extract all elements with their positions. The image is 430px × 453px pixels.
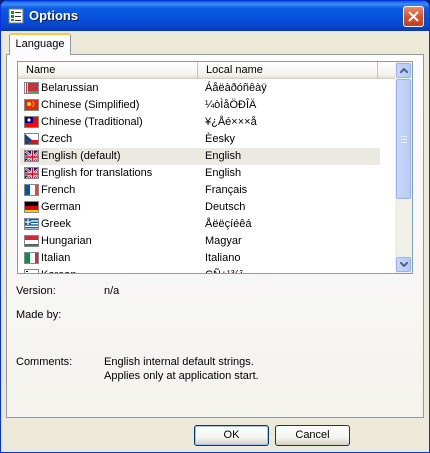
language-local-name: Èesky	[205, 133, 235, 145]
list-item[interactable]: German Deutsch	[20, 199, 380, 216]
language-name: Chinese (Traditional)	[41, 116, 143, 128]
list-item[interactable]: Hungarian Magyar	[20, 233, 380, 250]
belarus-flag-icon	[24, 82, 39, 94]
germany-flag-icon	[24, 201, 39, 213]
language-name: French	[41, 184, 76, 196]
uk-flag-icon	[24, 167, 39, 179]
language-name: Hungarian	[41, 235, 92, 247]
chevron-down-icon	[400, 262, 408, 267]
language-local-name: Áåëàðóñêàÿ	[205, 82, 267, 94]
language-local-name: Italiano	[205, 252, 241, 264]
title-bar[interactable]: Options	[1, 1, 429, 31]
window-title: Options	[29, 8, 79, 23]
language-name: English for translations	[41, 167, 153, 179]
language-name: Korean	[41, 267, 76, 273]
list-item[interactable]: Greek Åëëçíéêá	[20, 216, 380, 233]
cancel-button[interactable]: Cancel	[275, 425, 350, 446]
language-local-name: English	[205, 167, 242, 179]
czech-flag-icon	[24, 133, 39, 145]
china-flag-icon	[24, 99, 39, 111]
close-icon	[408, 11, 419, 22]
version-value: n/a	[104, 285, 120, 297]
language-name: Czech	[41, 133, 73, 145]
comments-line-1: English internal default strings.	[104, 356, 254, 368]
chevron-up-icon	[400, 68, 408, 73]
list-item[interactable]: Italian Italiano	[20, 250, 380, 267]
close-button[interactable]	[403, 6, 424, 27]
italy-flag-icon	[24, 252, 39, 264]
scroll-up-button[interactable]	[396, 63, 411, 78]
column-header-local-name[interactable]: Local name	[198, 62, 378, 79]
list-header: Name Local name	[18, 62, 396, 79]
scroll-thumb[interactable]	[396, 79, 411, 199]
list-item[interactable]: Chinese (Traditional) ¥¿Åé×××å	[20, 114, 380, 131]
ok-button[interactable]: OK	[194, 425, 269, 446]
taiwan-flag-icon	[24, 116, 39, 128]
options-dialog: Options Language Name Local name Belarus…	[0, 0, 430, 453]
vertical-scrollbar[interactable]	[395, 62, 412, 273]
language-local-name: ¥¿Åé×××å	[205, 116, 257, 128]
france-flag-icon	[24, 184, 39, 196]
language-local-name: ÇÑ±¹¾î	[205, 267, 243, 273]
language-name: English (default)	[41, 150, 121, 162]
scroll-down-button[interactable]	[396, 257, 411, 272]
language-name: Belarussian	[41, 82, 99, 94]
tab-language[interactable]: Language	[9, 33, 71, 55]
language-local-name: English	[205, 150, 242, 162]
language-local-name: Åëëçíéêá	[205, 218, 252, 230]
version-label: Version:	[16, 285, 56, 297]
column-header-name[interactable]: Name	[18, 62, 198, 79]
list-item[interactable]: Chinese (Simplified) ¼òÌåÖÐÎÄ	[20, 97, 380, 114]
comments-line-2: Applies only at application start.	[104, 370, 259, 382]
uk-flag-icon	[24, 150, 39, 162]
language-local-name: ¼òÌåÖÐÎÄ	[205, 99, 257, 111]
language-name: Greek	[41, 218, 71, 230]
comments-label: Comments:	[16, 356, 73, 368]
hungary-flag-icon	[24, 235, 39, 247]
language-list[interactable]: Name Local name Belarussian Áåëàðóñêàÿ Chi…	[17, 61, 413, 274]
language-local-name: Français	[205, 184, 248, 196]
checklist-icon	[8, 8, 24, 24]
greece-flag-icon	[24, 218, 39, 230]
list-item[interactable]: English (default) English	[20, 148, 380, 165]
list-item[interactable]: Belarussian Áåëàðóñêàÿ	[20, 80, 380, 97]
language-local-name: Magyar	[205, 235, 242, 247]
list-item[interactable]: Korean ÇÑ±¹¾î	[20, 267, 380, 273]
language-local-name: Deutsch	[205, 201, 246, 213]
language-name: German	[41, 201, 81, 213]
made-by-label: Made by:	[16, 309, 62, 321]
language-name: Chinese (Simplified)	[41, 99, 140, 111]
language-tab-panel: Name Local name Belarussian Áåëàðóñêàÿ Chi…	[6, 54, 424, 418]
language-name: Italian	[41, 252, 71, 264]
list-item[interactable]: English for translations English	[20, 165, 380, 182]
korea-flag-icon	[24, 269, 39, 273]
list-item[interactable]: Czech Èesky	[20, 131, 380, 148]
list-item[interactable]: French Français	[20, 182, 380, 199]
